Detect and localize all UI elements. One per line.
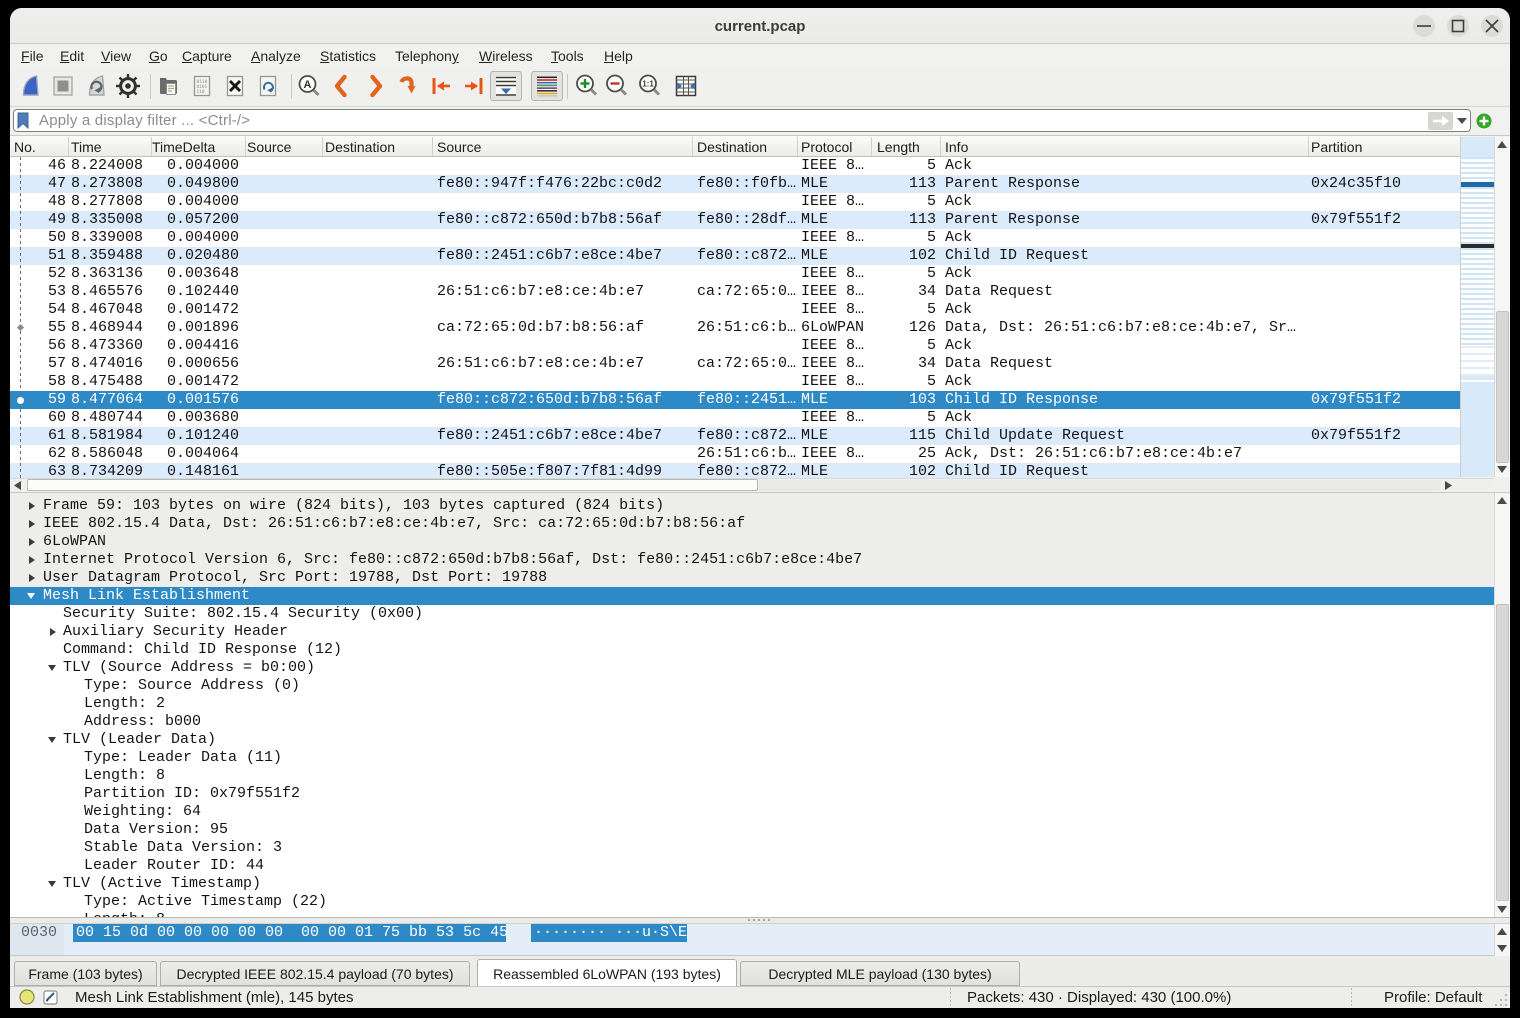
svg-text:1:1: 1:1 (642, 80, 654, 89)
svg-text:110: 110 (197, 89, 205, 95)
svg-text:A: A (304, 79, 312, 91)
